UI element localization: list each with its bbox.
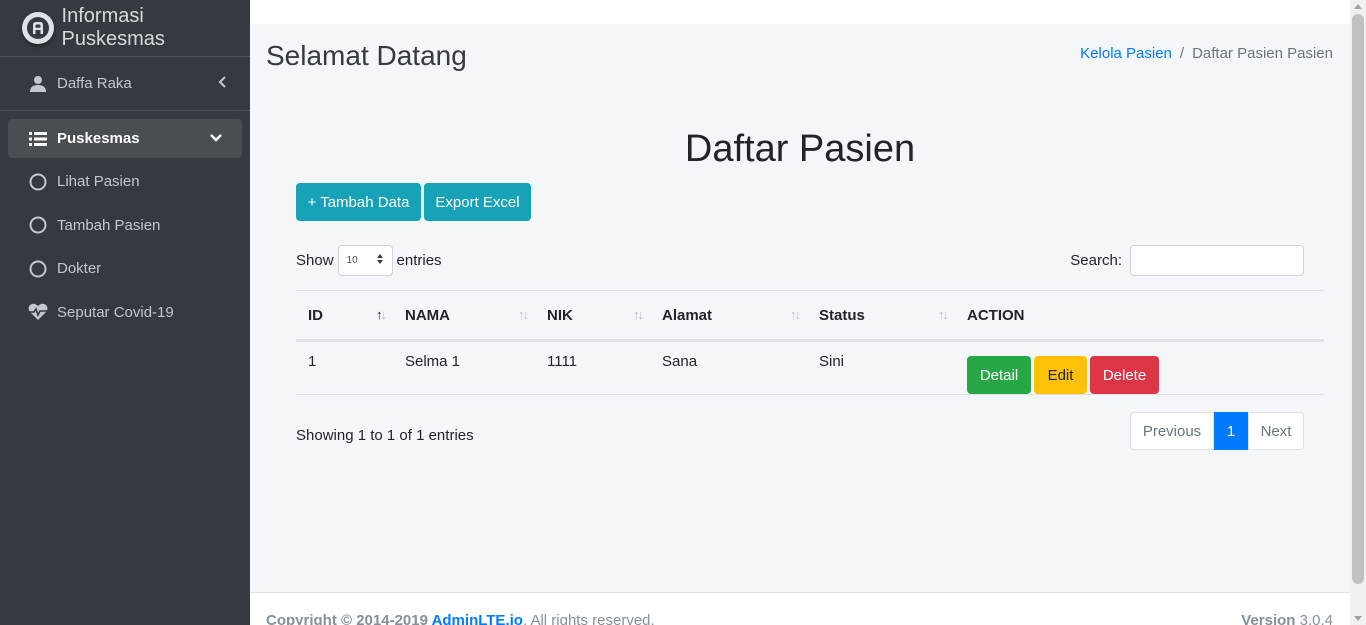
sidebar-item-label: Dokter bbox=[57, 260, 102, 278]
table-info: Showing 1 to 1 of 1 entries bbox=[296, 427, 474, 444]
search-label: Search: bbox=[1070, 252, 1122, 269]
brand-link[interactable]: Informasi Puskesmas bbox=[0, 0, 250, 57]
footer: Copyright © 2014-2019 AdminLTE.io. All r… bbox=[250, 592, 1350, 625]
sidebar-item-puskesmas[interactable]: Puskesmas bbox=[8, 119, 242, 158]
column-header-status[interactable]: Status ↑↓ bbox=[807, 290, 955, 342]
sidebar: Informasi Puskesmas Daffa Raka Puskesmas bbox=[0, 0, 250, 625]
user-name: Daffa Raka bbox=[57, 75, 132, 92]
breadcrumb: Kelola Pasien / Daftar Pasien Pasien bbox=[1080, 45, 1333, 62]
cell-actions: Detail Edit Delete bbox=[955, 340, 1324, 395]
entries-select[interactable]: 10 bbox=[337, 245, 393, 276]
show-entries: Show 10 entries bbox=[296, 245, 442, 276]
page-title: Selamat Datang bbox=[266, 40, 467, 71]
export-excel-button[interactable]: Export Excel bbox=[424, 183, 531, 221]
column-header-id[interactable]: ID ↑↓ bbox=[296, 290, 393, 342]
content-wrapper: Selamat Datang Kelola Pasien / Daftar Pa… bbox=[250, 24, 1350, 592]
column-header-nik[interactable]: NIK ↑↓ bbox=[535, 290, 650, 342]
cell-status: Sini bbox=[807, 340, 955, 395]
brand-title: Informasi Puskesmas bbox=[61, 5, 165, 50]
cell-nik: 1111 bbox=[535, 340, 650, 395]
scroll-up-arrow-icon[interactable] bbox=[1354, 4, 1362, 9]
chevron-left-icon[interactable] bbox=[218, 75, 228, 93]
sidebar-item-label: Lihat Pasien bbox=[57, 173, 140, 191]
cell-nama: Selma 1 bbox=[393, 340, 535, 395]
show-label: Show bbox=[296, 252, 334, 269]
heartbeat-icon bbox=[28, 302, 48, 322]
select-arrows-icon bbox=[376, 253, 384, 268]
breadcrumb-link-kelola-pasien[interactable]: Kelola Pasien bbox=[1080, 45, 1172, 62]
circle-icon bbox=[28, 259, 48, 279]
delete-button[interactable]: Delete bbox=[1090, 356, 1159, 394]
sidebar-nav: Puskesmas Lihat Pasien Tambah Pasien Dok… bbox=[0, 111, 250, 334]
search-input[interactable] bbox=[1130, 245, 1304, 276]
edit-button[interactable]: Edit bbox=[1034, 356, 1087, 394]
sidebar-item-label: Puskesmas bbox=[57, 130, 140, 147]
footer-version: Version 3.0.4 bbox=[1241, 612, 1333, 625]
patients-table: ID ↑↓ NAMA ↑↓ NIK ↑↓ Alamat ↑↓ Status ↑↓… bbox=[296, 290, 1324, 395]
sidebar-item-covid[interactable]: Seputar Covid-19 bbox=[8, 291, 242, 335]
adminlte-logo-icon bbox=[22, 12, 54, 44]
circle-icon bbox=[28, 215, 48, 235]
entries-value: 10 bbox=[346, 255, 358, 266]
pagination-page-1[interactable]: 1 bbox=[1214, 412, 1248, 450]
breadcrumb-current: Daftar Pasien Pasien bbox=[1192, 45, 1333, 62]
sidebar-item-label: Tambah Pasien bbox=[57, 216, 161, 234]
pagination-next-button[interactable]: Next bbox=[1248, 412, 1304, 450]
pagination-previous-button[interactable]: Previous bbox=[1130, 412, 1214, 450]
table-row: 1 Selma 1 1111 Sana Sini Detail Edit Del… bbox=[296, 340, 1324, 395]
search-filter: Search: bbox=[1070, 245, 1304, 276]
sort-icon: ↑↓ bbox=[790, 307, 801, 322]
column-header-action: ACTION bbox=[955, 290, 1324, 342]
circle-icon bbox=[28, 172, 48, 192]
breadcrumb-separator: / bbox=[1179, 45, 1185, 62]
top-navbar bbox=[250, 0, 1350, 24]
footer-copyright: Copyright © 2014-2019 AdminLTE.io. All r… bbox=[266, 612, 655, 625]
pagination: Previous 1 Next bbox=[1130, 412, 1304, 450]
sidebar-item-tambah-pasien[interactable]: Tambah Pasien bbox=[8, 204, 242, 248]
sidebar-item-lihat-pasien[interactable]: Lihat Pasien bbox=[8, 160, 242, 204]
user-icon bbox=[28, 74, 48, 94]
sort-icon: ↑↓ bbox=[518, 307, 529, 322]
list-icon bbox=[28, 129, 48, 149]
add-data-button[interactable]: + Tambah Data bbox=[296, 183, 421, 221]
table-header-row: ID ↑↓ NAMA ↑↓ NIK ↑↓ Alamat ↑↓ Status ↑↓… bbox=[296, 290, 1324, 342]
footer-link[interactable]: AdminLTE.io bbox=[432, 612, 523, 625]
chevron-down-icon bbox=[210, 130, 222, 147]
card-heading: Daftar Pasien bbox=[684, 128, 916, 170]
sort-asc-icon: ↑↓ bbox=[376, 307, 387, 322]
sidebar-item-dokter[interactable]: Dokter bbox=[8, 247, 242, 291]
page-scrollbar[interactable] bbox=[1350, 0, 1366, 625]
entries-label: entries bbox=[396, 252, 442, 269]
column-header-alamat[interactable]: Alamat ↑↓ bbox=[650, 290, 807, 342]
sidebar-item-label: Seputar Covid-19 bbox=[57, 303, 174, 321]
column-header-nama[interactable]: NAMA ↑↓ bbox=[393, 290, 535, 342]
user-panel[interactable]: Daffa Raka bbox=[0, 57, 250, 111]
cell-id: 1 bbox=[296, 340, 393, 395]
cell-alamat: Sana bbox=[650, 340, 807, 395]
detail-button[interactable]: Detail bbox=[967, 356, 1031, 394]
sort-icon: ↑↓ bbox=[633, 307, 644, 322]
scrollbar-thumb[interactable] bbox=[1352, 14, 1364, 584]
sort-icon: ↑↓ bbox=[938, 307, 949, 322]
scroll-down-arrow-icon[interactable] bbox=[1354, 616, 1362, 621]
